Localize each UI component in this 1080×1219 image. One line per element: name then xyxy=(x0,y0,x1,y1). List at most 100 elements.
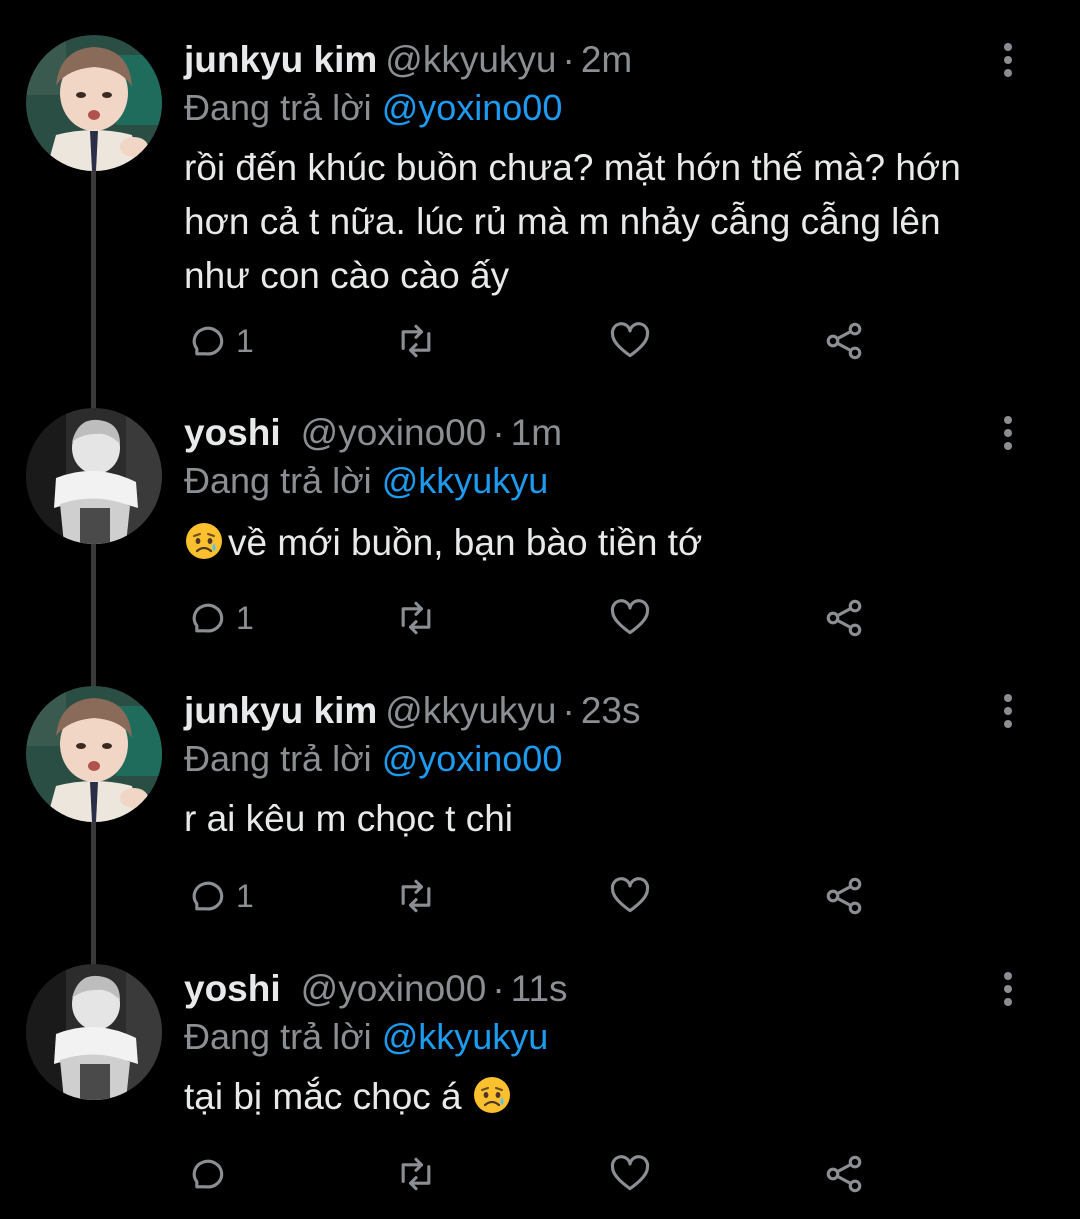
tweet-actions: 1 xyxy=(184,596,884,646)
thread-connector-line xyxy=(91,822,96,966)
share-icon xyxy=(826,599,862,637)
tweet-text: tại bị mắc chọc á xyxy=(184,1070,1044,1124)
display-name[interactable]: yoshi xyxy=(184,968,281,1009)
separator-dot: · xyxy=(562,690,575,731)
more-options-button[interactable] xyxy=(996,691,1020,731)
like-button[interactable] xyxy=(608,319,652,363)
replying-prefix: Đang trả lời xyxy=(184,87,372,128)
thread-connector-line xyxy=(91,170,96,410)
mention-link[interactable]: @kkyukyu xyxy=(382,460,549,501)
reply-count: 1 xyxy=(236,322,254,359)
tweet-actions: 1 xyxy=(184,319,884,369)
tweet-header: junkyu kim @kkyukyu · 2m xyxy=(184,35,632,85)
separator-dot: · xyxy=(492,968,505,1009)
retweet-icon xyxy=(401,1157,431,1191)
reply-icon xyxy=(192,881,224,911)
more-options-button[interactable] xyxy=(996,969,1020,1009)
reply-button[interactable]: 1 xyxy=(184,319,254,363)
tweet-text-line: hơn cả t nữa. lúc rủ mà m nhảy cẫng cẫng… xyxy=(184,201,941,242)
user-handle[interactable]: @yoxino00 xyxy=(301,412,487,453)
replying-prefix: Đang trả lời xyxy=(184,460,372,501)
reply-count: 1 xyxy=(236,599,254,636)
display-name[interactable]: junkyu kim xyxy=(184,690,377,731)
replying-to: Đang trả lời @yoxino00 xyxy=(184,83,562,133)
retweet-icon xyxy=(401,879,431,913)
replying-to: Đang trả lời @yoxino00 xyxy=(184,734,562,784)
tweet-header: yoshi @yoxino00 · 1m xyxy=(184,408,562,458)
sad-but-relieved-face-icon xyxy=(186,523,222,559)
tweet-text-line: rồi đến khúc buồn chưa? mặt hớn thế mà? … xyxy=(184,147,961,188)
separator-dot: · xyxy=(562,39,575,80)
share-button[interactable] xyxy=(822,319,866,363)
tweet-text: r ai kêu m chọc t chi xyxy=(184,792,1044,846)
share-icon xyxy=(826,322,862,360)
avatar[interactable] xyxy=(26,686,162,822)
heart-icon xyxy=(610,877,650,913)
sad-but-relieved-face-icon xyxy=(473,1077,510,1113)
replying-prefix: Đang trả lời xyxy=(184,1016,372,1057)
user-handle[interactable]: @kkyukyu xyxy=(385,39,556,80)
tweet-text: rồi đến khúc buồn chưa? mặt hớn thế mà? … xyxy=(184,141,1044,303)
reply-thread: junkyu kim @kkyukyu · 2m Đang trả lời @yoxi… xyxy=(0,0,1080,1219)
more-vertical-icon xyxy=(1004,416,1012,450)
reply-button[interactable] xyxy=(184,1152,236,1196)
like-button[interactable] xyxy=(608,874,652,918)
more-options-button[interactable] xyxy=(996,40,1020,80)
more-vertical-icon xyxy=(1004,972,1012,1006)
mention-link[interactable]: @yoxino00 xyxy=(382,87,563,128)
tweet-header: yoshi @yoxino00 · 11s xyxy=(184,964,568,1014)
reply-icon xyxy=(192,326,224,356)
tweet-text: về mới buồn, bạn bào tiền tớ xyxy=(184,516,1044,570)
reply-button[interactable]: 1 xyxy=(184,874,254,918)
timestamp[interactable]: 1m xyxy=(511,412,562,453)
retweet-button[interactable] xyxy=(394,596,438,640)
user-handle[interactable]: @kkyukyu xyxy=(385,690,556,731)
replying-prefix: Đang trả lời xyxy=(184,738,372,779)
mention-link[interactable]: @kkyukyu xyxy=(382,1016,549,1057)
avatar[interactable] xyxy=(26,964,162,1100)
share-button[interactable] xyxy=(822,874,866,918)
like-button[interactable] xyxy=(608,596,652,640)
timestamp[interactable]: 11s xyxy=(511,968,568,1009)
display-name[interactable]: junkyu kim xyxy=(184,39,377,80)
tweet-actions xyxy=(184,1152,884,1202)
heart-icon xyxy=(610,1155,650,1191)
tweet-actions: 1 xyxy=(184,874,884,924)
reply-count: 1 xyxy=(236,877,254,914)
share-icon xyxy=(826,877,862,915)
mention-link[interactable]: @yoxino00 xyxy=(382,738,563,779)
retweet-icon xyxy=(401,601,431,635)
tweet-text-content: về mới buồn, bạn bào tiền tớ xyxy=(228,522,703,563)
replying-to: Đang trả lời @kkyukyu xyxy=(184,1012,548,1062)
retweet-button[interactable] xyxy=(394,1152,438,1196)
reply-button[interactable]: 1 xyxy=(184,596,254,640)
share-icon xyxy=(826,1155,862,1193)
like-button[interactable] xyxy=(608,1152,652,1196)
replying-to: Đang trả lời @kkyukyu xyxy=(184,456,548,506)
retweet-button[interactable] xyxy=(394,874,438,918)
tweet-header: junkyu kim @kkyukyu · 23s xyxy=(184,686,640,736)
share-button[interactable] xyxy=(822,596,866,640)
separator-dot: · xyxy=(492,412,505,453)
reply-icon xyxy=(192,1159,224,1189)
avatar[interactable] xyxy=(26,35,162,171)
display-name[interactable]: yoshi xyxy=(184,412,281,453)
reply-icon xyxy=(192,603,224,633)
timestamp[interactable]: 23s xyxy=(581,690,641,731)
share-button[interactable] xyxy=(822,1152,866,1196)
more-vertical-icon xyxy=(1004,694,1012,728)
junkyu-avatar-image xyxy=(26,686,162,822)
retweet-icon xyxy=(401,324,431,358)
avatar[interactable] xyxy=(26,408,162,544)
junkyu-avatar-image xyxy=(26,35,162,171)
timestamp[interactable]: 2m xyxy=(581,39,632,80)
tweet-text-content: r ai kêu m chọc t chi xyxy=(184,798,514,839)
retweet-button[interactable] xyxy=(394,319,438,363)
more-options-button[interactable] xyxy=(996,413,1020,453)
user-handle[interactable]: @yoxino00 xyxy=(301,968,487,1009)
yoshi-avatar-image xyxy=(26,964,162,1100)
yoshi-avatar-image xyxy=(26,408,162,544)
heart-icon xyxy=(610,322,650,358)
tweet-text-content: tại bị mắc chọc á xyxy=(184,1076,462,1117)
tweet-text-line: như con cào cào ấy xyxy=(184,255,510,296)
